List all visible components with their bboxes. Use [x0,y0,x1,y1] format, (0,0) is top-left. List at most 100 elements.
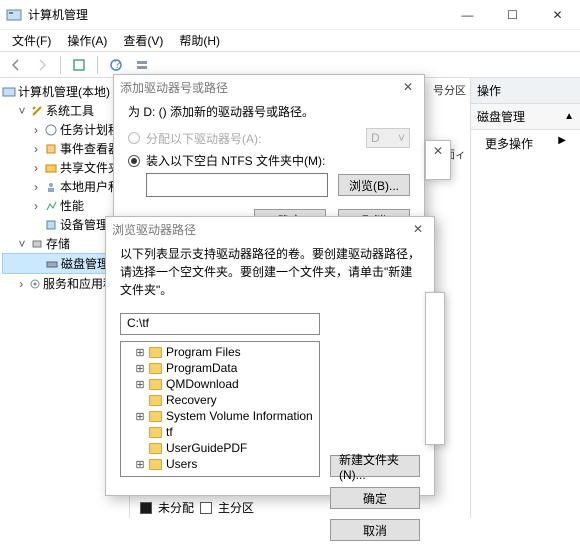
browse-drive-path-dialog: 浏览驱动器路径 ✕ 以下列表显示支持驱动器路径的卷。要创建驱动器路径，请选择一个… [105,216,435,496]
expand-icon[interactable]: ⊞ [135,346,145,359]
expand-icon[interactable]: ⊞ [135,458,145,471]
folder-icon [149,443,162,454]
path-input[interactable]: C:\tf [120,313,320,335]
expand-icon[interactable]: ⊞ [135,410,145,423]
triangle-right-icon: ▶ [558,135,566,146]
expand-icon[interactable]: › [30,142,42,156]
collapse-icon[interactable]: ˅ [16,104,28,118]
expand-icon[interactable]: › [30,199,42,213]
menubar: 文件(F) 操作(A) 查看(V) 帮助(H) [0,30,580,52]
add-drive-path-dialog: 添加驱动器号或路径 ✕ 为 D: () 添加新的驱动器号或路径。 分配以下驱动器… [113,74,425,236]
device-icon [44,218,58,232]
mount-folder-radio-row[interactable]: 装入以下空白 NTFS 文件夹中(M): [128,152,410,169]
clock-icon [44,123,58,137]
minimize-button[interactable]: — [445,0,490,30]
assign-letter-radio [128,132,140,144]
folder-icon [149,363,162,374]
svg-text:?: ? [114,58,121,71]
computer-icon [2,85,16,99]
menu-view[interactable]: 查看(V) [117,30,169,51]
actions-more[interactable]: 更多操作 ▶ [471,130,580,157]
tree-local-users[interactable]: ›本地用户和 [2,177,127,196]
folder-item[interactable]: ⊞System Volume Information [123,408,317,424]
dialog2-title: 浏览驱动器路径 [112,221,196,238]
tree-event-viewer[interactable]: ›事件查看器 [2,139,127,158]
titlebar: 计算机管理 — ☐ ✕ [0,0,580,30]
floating-close-fragment: ✕ [425,140,451,180]
expand-icon[interactable]: ⊞ [135,362,145,375]
folder-item[interactable]: ⊞QMDownload [123,376,317,392]
floating-column-fragment [425,292,445,445]
folder-icon [149,395,162,406]
new-folder-button[interactable]: 新建文件夹(N)... [330,455,420,477]
unallocated-label: 未分配 [158,499,194,516]
folder-icon [149,411,162,422]
folder-icon [149,427,162,438]
menu-help[interactable]: 帮助(H) [173,30,226,51]
primary-label: 主分区 [218,499,254,516]
folder-icon [149,347,162,358]
expand-icon[interactable]: › [30,123,42,137]
help-icon[interactable]: ? [108,57,124,73]
chevron-down-icon: ˅ [398,131,405,145]
expand-icon[interactable]: › [30,161,42,175]
close-button[interactable]: ✕ [535,0,580,30]
folder-item[interactable]: ⊞Program Files [123,344,317,360]
back-icon[interactable] [8,57,24,73]
dialog1-desc: 为 D: () 添加新的驱动器号或路径。 [128,103,410,120]
services-icon [29,277,41,291]
browse-button[interactable]: 浏览(B)... [338,174,410,196]
forward-icon[interactable] [34,57,50,73]
dialog1-close-button[interactable]: ✕ [398,77,418,97]
dialog1-title: 添加驱动器号或路径 [120,79,228,96]
app-icon [6,7,22,23]
folder-item[interactable]: tf [123,424,317,440]
tree-shared-folders[interactable]: ›共享文件夹 [2,158,127,177]
window-title: 计算机管理 [28,6,88,23]
folder-icon [149,379,162,390]
menu-action[interactable]: 操作(A) [61,30,113,51]
folder-item[interactable]: ⊞Users [123,456,317,472]
dialog2-cancel-button[interactable]: 取消 [330,519,420,541]
tree-performance[interactable]: ›性能 [2,196,127,215]
actions-section[interactable]: 磁盘管理 ▲ [471,104,580,130]
col-frag-1: 号分区 [433,82,466,98]
expand-icon[interactable]: ⊞ [135,378,145,391]
assign-letter-radio-row: 分配以下驱动器号(A): D ˅ [128,128,410,148]
mount-path-input[interactable] [146,173,328,197]
triangle-up-icon: ▲ [564,111,574,122]
folder-icon [44,161,58,175]
maximize-button[interactable]: ☐ [490,0,535,30]
mount-folder-label: 装入以下空白 NTFS 文件夹中(M): [146,152,325,169]
mount-folder-radio[interactable] [128,155,140,167]
unallocated-swatch [140,502,152,514]
dialog2-titlebar: 浏览驱动器路径 ✕ [106,217,434,241]
primary-swatch [200,502,212,514]
view-icon[interactable] [134,57,150,73]
tree-task-scheduler[interactable]: ›任务计划程 [2,120,127,139]
perf-icon [44,199,58,213]
drive-letter-select: D ˅ [366,128,410,148]
folder-item[interactable]: UserGuidePDF [123,440,317,456]
expand-icon[interactable]: › [30,180,42,194]
tree-root[interactable]: 计算机管理(本地) [2,82,127,101]
disk-legend: 未分配 主分区 [140,499,254,516]
refresh-icon[interactable] [71,57,87,73]
expand-icon[interactable]: › [16,277,27,291]
dialog2-close-button[interactable]: ✕ [408,219,428,239]
folder-item[interactable]: ⊞ProgramData [123,360,317,376]
folder-tree[interactable]: ⊞Program Files ⊞ProgramData ⊞QMDownload … [120,341,320,477]
tree-system-tools[interactable]: ˅ 系统工具 [2,101,127,120]
dialog2-ok-button[interactable]: 确定 [330,487,420,509]
storage-icon [30,237,44,251]
assign-letter-label: 分配以下驱动器号(A): [146,130,261,147]
users-icon [44,180,58,194]
folder-icon [149,459,162,470]
close-icon[interactable]: ✕ [426,141,450,161]
menu-file[interactable]: 文件(F) [6,30,57,51]
tools-icon [30,104,44,118]
folder-item[interactable]: Recovery [123,392,317,408]
dialog1-titlebar: 添加驱动器号或路径 ✕ [114,75,424,99]
dialog2-desc: 以下列表显示支持驱动器路径的卷。要创建驱动器路径，请选择一个空文件夹。要创建一个… [120,245,420,299]
collapse-icon[interactable]: ˅ [16,237,28,251]
